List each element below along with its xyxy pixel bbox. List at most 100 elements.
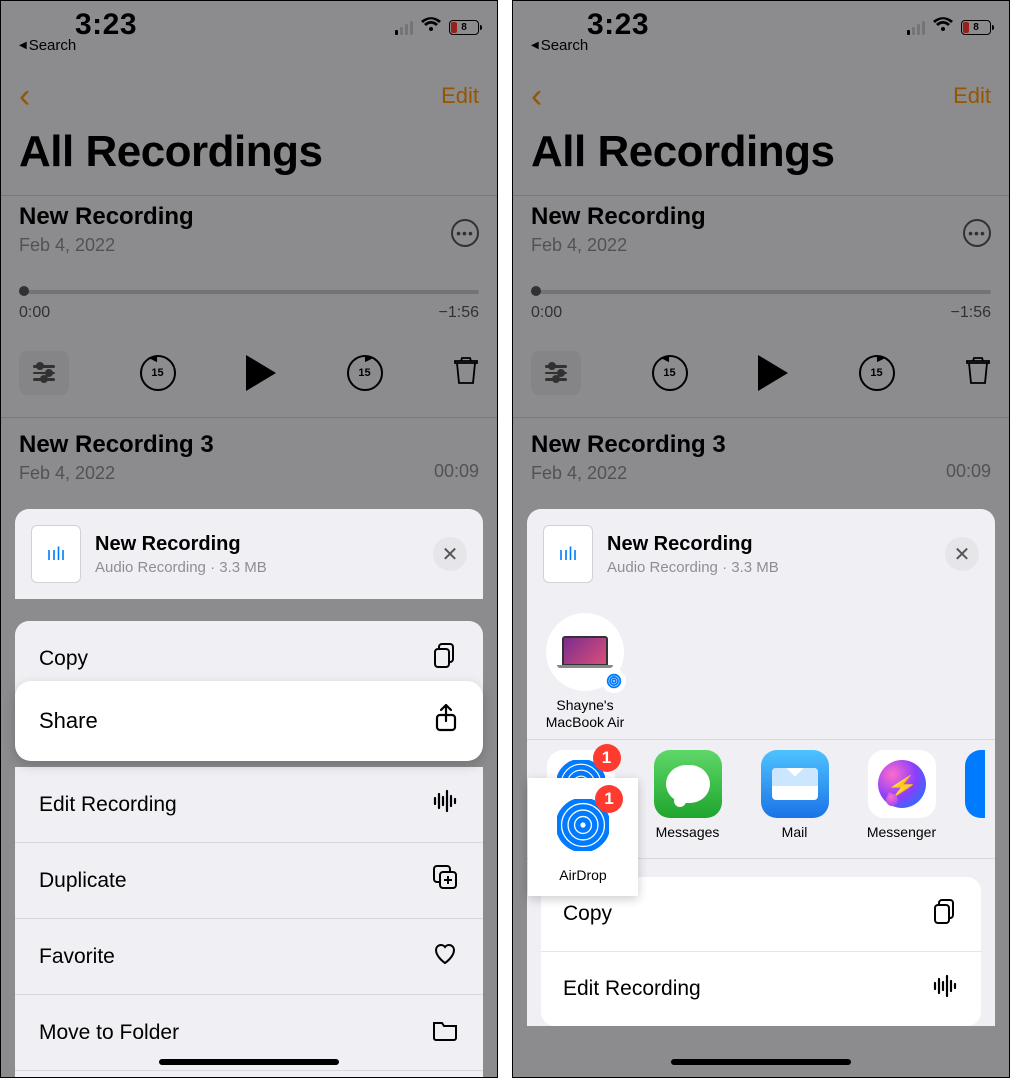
share-app-messenger[interactable]: ⚡ Messenger bbox=[858, 750, 945, 840]
battery-icon: 8 bbox=[449, 20, 479, 35]
screen-left: 3:23 Search 8 ‹ Edit All Recordings New … bbox=[0, 0, 498, 1078]
skip-back-15-button[interactable]: ◄15 bbox=[140, 355, 176, 391]
recording-title: New Recording bbox=[531, 203, 991, 231]
status-back-to-search[interactable]: Search bbox=[19, 37, 137, 54]
mail-icon bbox=[761, 750, 829, 818]
status-time: 3:23 bbox=[19, 11, 137, 39]
recording-item-2[interactable]: New Recording 3 Feb 4, 2022 bbox=[531, 431, 991, 484]
waveform-icon bbox=[931, 972, 959, 1006]
edit-button[interactable]: Edit bbox=[441, 83, 479, 109]
duplicate-icon bbox=[431, 863, 459, 898]
sheet-header: ıılı New Recording Audio Recording · 3.3… bbox=[527, 509, 995, 599]
skip-forward-15-button[interactable]: ►15 bbox=[859, 355, 895, 391]
menu-edit-recording[interactable]: Edit Recording bbox=[15, 767, 483, 843]
more-options-button[interactable]: ••• bbox=[451, 219, 479, 247]
heart-icon bbox=[431, 939, 459, 974]
wifi-icon bbox=[421, 17, 441, 38]
page-title: All Recordings bbox=[19, 127, 323, 177]
menu-new-quick-note[interactable]: New Quick Note bbox=[15, 1071, 483, 1078]
play-button[interactable] bbox=[758, 355, 788, 391]
airdrop-icon: 1 bbox=[549, 791, 617, 859]
recording-title: New Recording bbox=[19, 203, 479, 231]
delete-button[interactable] bbox=[965, 355, 991, 392]
recording-item-1[interactable]: New Recording Feb 4, 2022 bbox=[19, 203, 479, 256]
airdrop-target-label: Shayne's MacBook Air bbox=[537, 697, 633, 731]
waveform-icon bbox=[431, 787, 459, 822]
airdrop-badge: 1 bbox=[593, 744, 621, 772]
playback-scrubber[interactable]: 0:00 −1:56 bbox=[531, 290, 991, 322]
options-sliders-button[interactable] bbox=[531, 351, 581, 395]
skip-back-15-button[interactable]: ◄15 bbox=[652, 355, 688, 391]
share-app-airdrop-highlighted[interactable]: 1 AirDrop bbox=[528, 778, 638, 896]
more-options-button[interactable]: ••• bbox=[963, 219, 991, 247]
recording-duration: 00:09 bbox=[434, 461, 479, 482]
home-indicator[interactable] bbox=[671, 1059, 851, 1065]
close-sheet-button[interactable]: ✕ bbox=[945, 537, 979, 571]
recording-duration: 00:09 bbox=[946, 461, 991, 482]
share-app-mail[interactable]: Mail bbox=[751, 750, 838, 840]
recording-date: Feb 4, 2022 bbox=[531, 463, 991, 484]
delete-button[interactable] bbox=[453, 355, 479, 392]
messages-icon bbox=[654, 750, 722, 818]
divider bbox=[1, 417, 497, 418]
playback-scrubber[interactable]: 0:00 −1:56 bbox=[19, 290, 479, 322]
wifi-icon bbox=[933, 17, 953, 38]
sheet-title: New Recording bbox=[95, 533, 267, 556]
sheet-title: New Recording bbox=[607, 533, 779, 556]
messenger-icon: ⚡ bbox=[868, 750, 936, 818]
macbook-icon bbox=[562, 636, 608, 666]
airdrop-badge-icon bbox=[602, 669, 626, 693]
action-edit-recording[interactable]: Edit Recording bbox=[541, 952, 981, 1026]
back-button[interactable]: ‹ bbox=[19, 77, 30, 116]
airdrop-label: AirDrop bbox=[559, 867, 606, 883]
status-time: 3:23 bbox=[531, 11, 649, 39]
options-sliders-button[interactable] bbox=[19, 351, 69, 395]
screen-right: 3:23 Search 8 ‹ Edit All Recordings New … bbox=[512, 0, 1010, 1078]
sheet-subtitle: Audio Recording · 3.3 MB bbox=[95, 559, 267, 576]
menu-share-highlighted[interactable]: Share bbox=[15, 681, 483, 761]
menu-duplicate[interactable]: Duplicate bbox=[15, 843, 483, 919]
sheet-header: ıılı New Recording Audio Recording · 3.3… bbox=[15, 509, 483, 599]
sheet-subtitle: Audio Recording · 3.3 MB bbox=[607, 559, 779, 576]
folder-icon bbox=[431, 1015, 459, 1050]
recording-title: New Recording 3 bbox=[531, 431, 991, 459]
recording-item-1[interactable]: New Recording Feb 4, 2022 bbox=[531, 203, 991, 256]
divider bbox=[513, 195, 1009, 196]
recording-date: Feb 4, 2022 bbox=[19, 463, 479, 484]
elapsed-time: 0:00 bbox=[19, 304, 50, 322]
elapsed-time: 0:00 bbox=[531, 304, 562, 322]
share-app-messages[interactable]: Messages bbox=[644, 750, 731, 840]
recording-title: New Recording 3 bbox=[19, 431, 479, 459]
status-bar: 3:23 Search 8 bbox=[1, 1, 497, 59]
back-button[interactable]: ‹ bbox=[531, 77, 542, 116]
share-sheet: ıılı New Recording Audio Recording · 3.3… bbox=[527, 509, 995, 1026]
recording-date: Feb 4, 2022 bbox=[19, 235, 479, 256]
close-sheet-button[interactable]: ✕ bbox=[433, 537, 467, 571]
edit-button[interactable]: Edit bbox=[953, 83, 991, 109]
airdrop-target-macbook[interactable]: Shayne's MacBook Air bbox=[537, 613, 633, 731]
divider bbox=[1, 195, 497, 196]
airdrop-badge: 1 bbox=[595, 785, 623, 813]
context-menu-sheet: ıılı New Recording Audio Recording · 3.3… bbox=[15, 509, 483, 1078]
status-back-to-search[interactable]: Search bbox=[531, 37, 649, 54]
skip-forward-15-button[interactable]: ►15 bbox=[347, 355, 383, 391]
home-indicator[interactable] bbox=[159, 1059, 339, 1065]
remaining-time: −1:56 bbox=[439, 304, 479, 322]
copy-icon bbox=[931, 897, 959, 931]
battery-icon: 8 bbox=[961, 20, 991, 35]
audio-file-icon: ıılı bbox=[543, 525, 593, 583]
cellular-icon bbox=[395, 21, 413, 35]
recording-item-2[interactable]: New Recording 3 Feb 4, 2022 bbox=[19, 431, 479, 484]
share-icon bbox=[433, 703, 459, 739]
play-button[interactable] bbox=[246, 355, 276, 391]
copy-icon bbox=[431, 641, 459, 676]
share-app-more[interactable] bbox=[965, 750, 985, 840]
menu-favorite[interactable]: Favorite bbox=[15, 919, 483, 995]
status-bar: 3:23 Search 8 bbox=[513, 1, 1009, 59]
page-title: All Recordings bbox=[531, 127, 835, 177]
cellular-icon bbox=[907, 21, 925, 35]
audio-file-icon: ıılı bbox=[31, 525, 81, 583]
divider bbox=[513, 417, 1009, 418]
remaining-time: −1:56 bbox=[951, 304, 991, 322]
airdrop-targets-row: Shayne's MacBook Air bbox=[527, 599, 995, 739]
